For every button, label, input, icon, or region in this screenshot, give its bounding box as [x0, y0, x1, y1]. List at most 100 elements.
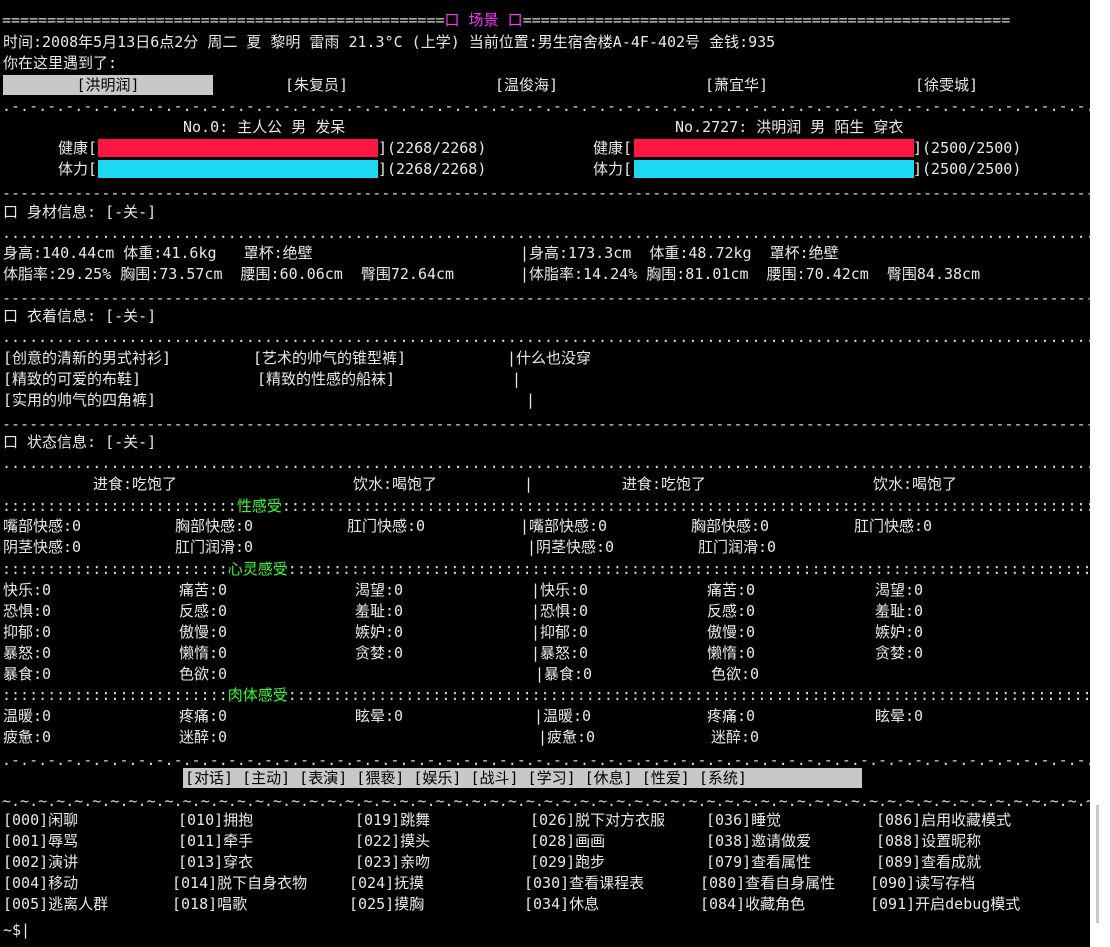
stat: 肛门润滑:0	[698, 538, 777, 556]
stat: 羞耻:0	[355, 602, 404, 620]
terminal-window: ========================================…	[0, 0, 1090, 947]
person-tab[interactable]: [温俊海]	[495, 75, 558, 96]
player-health-label: 健康[	[58, 139, 98, 157]
command-option[interactable]: [088]设置昵称	[876, 831, 981, 852]
stat: 迷醉:0	[711, 728, 760, 746]
person-tab[interactable]: [萧宜华]	[705, 75, 768, 96]
command-option[interactable]: [002]演讲	[3, 852, 78, 873]
command-option[interactable]: [026]脱下对方衣服	[530, 810, 665, 831]
clothes-info-title[interactable]: 口 衣着信息: [-关-]	[3, 306, 156, 327]
stat: 嫉妒:0	[355, 623, 404, 641]
flesh-section-title: 肉体感受	[227, 686, 288, 704]
stat: 渴望:0	[355, 581, 404, 599]
command-option[interactable]: [018]唱歌	[172, 894, 247, 915]
stat: |恐惧:0	[531, 602, 589, 620]
command-option[interactable]: [005]逃离人群	[3, 894, 108, 915]
stat: 疼痛:0	[707, 707, 756, 725]
shell-prompt[interactable]: ~$|	[3, 920, 30, 941]
mind-divider: :::::::::::::::::::::::::心灵感受:::::::::::…	[2, 560, 1090, 578]
command-option[interactable]: [036]睡觉	[706, 810, 781, 831]
clothing-item: [精致的性感的船袜]	[257, 370, 396, 388]
command-option[interactable]: [028]画画	[530, 831, 605, 852]
command-option[interactable]: [084]收藏角色	[700, 894, 805, 915]
command-option[interactable]: [090]读写存档	[870, 873, 975, 894]
player-body-2: 体脂率:29.25% 胸围:73.57cm 腰围:60.06cm 臀围72.64…	[3, 265, 455, 283]
body-info-title[interactable]: 口 身材信息: [-关-]	[3, 202, 156, 223]
stat: 温暖:0	[3, 707, 52, 725]
stat: 阴茎快感:0	[3, 538, 82, 556]
divider: ~.~.~.~.~.~.~.~.~.~.~.~.~.~.~.~.~.~.~.~.…	[2, 792, 1090, 810]
person-tab[interactable]: [徐雯城]	[915, 75, 978, 96]
stat: 快乐:0	[3, 581, 52, 599]
command-option[interactable]: [038]邀请做爱	[706, 831, 811, 852]
stat: 暴食:0	[3, 665, 52, 683]
mind-section-title: 心灵感受	[227, 560, 288, 578]
command-option[interactable]: [029]跑步	[530, 852, 605, 873]
command-option[interactable]: [091]开启debug模式	[870, 894, 1020, 915]
command-option[interactable]: [001]辱骂	[3, 831, 78, 852]
stat: 嫉妒:0	[875, 623, 924, 641]
flesh-divider: :::::::::::::::::::::::::肉体感受:::::::::::…	[2, 686, 1090, 704]
command-option[interactable]: [004]移动	[3, 873, 78, 894]
player-health-bar	[98, 139, 378, 157]
stat: 肛门快感:0	[347, 517, 426, 535]
command-option[interactable]: [086]启用收藏模式	[876, 810, 1011, 831]
command-option[interactable]: [000]闲聊	[3, 810, 78, 831]
command-option[interactable]: [089]查看成就	[876, 852, 981, 873]
command-option[interactable]: [011]牵手	[178, 831, 253, 852]
target-health-value: ](2500/2500)	[913, 139, 1022, 157]
stat: |阴茎快感:0	[527, 538, 615, 556]
clothing-item: [艺术的帅气的锥型裤]	[253, 349, 407, 367]
person-tab[interactable]: [朱复员]	[285, 75, 348, 96]
dot-divider: ........................................…	[2, 224, 1090, 242]
stat: 迷醉:0	[179, 728, 228, 746]
clothing-item: [创意的清新的男式衬衫]	[3, 349, 172, 367]
command-option[interactable]: [080]查看自身属性	[700, 873, 835, 894]
divider: .-.-.-.-.-.-.-.-.-.-.-.-.-.-.-.-.-.-.-.-…	[2, 97, 1090, 115]
stat: |抑郁:0	[531, 623, 589, 641]
status-info-title[interactable]: 口 状态信息: [-关-]	[3, 432, 156, 453]
stat: |嘴部快感:0	[520, 517, 608, 535]
scrollbar[interactable]	[1096, 805, 1099, 923]
met-label: 你在这里遇到了:	[3, 54, 118, 72]
command-option[interactable]: [010]拥抱	[178, 810, 253, 831]
command-option[interactable]: [079]查看属性	[706, 852, 811, 873]
divider: ----------------------------------------…	[2, 289, 1090, 307]
target-stamina-label: 体力[	[593, 160, 633, 178]
stat: 眩晕:0	[355, 707, 404, 725]
scene-title-line: ========================================…	[2, 11, 1011, 29]
command-option[interactable]: [030]查看课程表	[524, 873, 644, 894]
command-option[interactable]: [034]休息	[524, 894, 599, 915]
stat: 反感:0	[707, 602, 756, 620]
clothing-item: [实用的帅气的四角裤]	[3, 391, 157, 409]
divider: ----------------------------------------…	[2, 415, 1090, 433]
stat: 色欲:0	[711, 665, 760, 683]
target-drink: 饮水:喝饱了	[873, 475, 958, 493]
player-stamina-label: 体力[	[58, 160, 98, 178]
category-menu[interactable]: [对话] [主动] [表演] [猥亵] [娱乐] [战斗] [学习] [休息] …	[185, 768, 747, 789]
stat: 疲惫:0	[3, 728, 52, 746]
dot-divider: ........................................…	[2, 328, 1090, 346]
dot-divider: ........................................…	[2, 454, 1090, 472]
stat: 贪婪:0	[355, 644, 404, 662]
command-option[interactable]: [025]摸胸	[349, 894, 424, 915]
command-option[interactable]: [013]穿衣	[178, 852, 253, 873]
target-body-1: |身高:173.3cm 体重:48.72kg 罩杯:绝壁	[520, 244, 839, 262]
stat: |温暖:0	[534, 707, 592, 725]
clothing-item: [精致的可爱的布鞋]	[3, 370, 142, 388]
stat: 恐惧:0	[3, 602, 52, 620]
command-option[interactable]: [014]脱下自身衣物	[172, 873, 307, 894]
stat: |快乐:0	[531, 581, 589, 599]
stat: 傲慢:0	[707, 623, 756, 641]
command-option[interactable]: [022]摸头	[355, 831, 430, 852]
command-option[interactable]: [019]跳舞	[355, 810, 430, 831]
stat: 胸部快感:0	[175, 517, 254, 535]
stat: 痛苦:0	[707, 581, 756, 599]
person-tab-selected[interactable]: [洪明润]	[3, 75, 213, 95]
command-option[interactable]: [024]抚摸	[349, 873, 424, 894]
column-pipe: |	[524, 475, 534, 493]
command-option[interactable]: [023]亲吻	[355, 852, 430, 873]
target-header: No.2727: 洪明润 男 陌生 穿衣	[675, 118, 904, 136]
player-stamina-bar	[98, 160, 378, 178]
target-stamina-value: ](2500/2500)	[913, 160, 1022, 178]
